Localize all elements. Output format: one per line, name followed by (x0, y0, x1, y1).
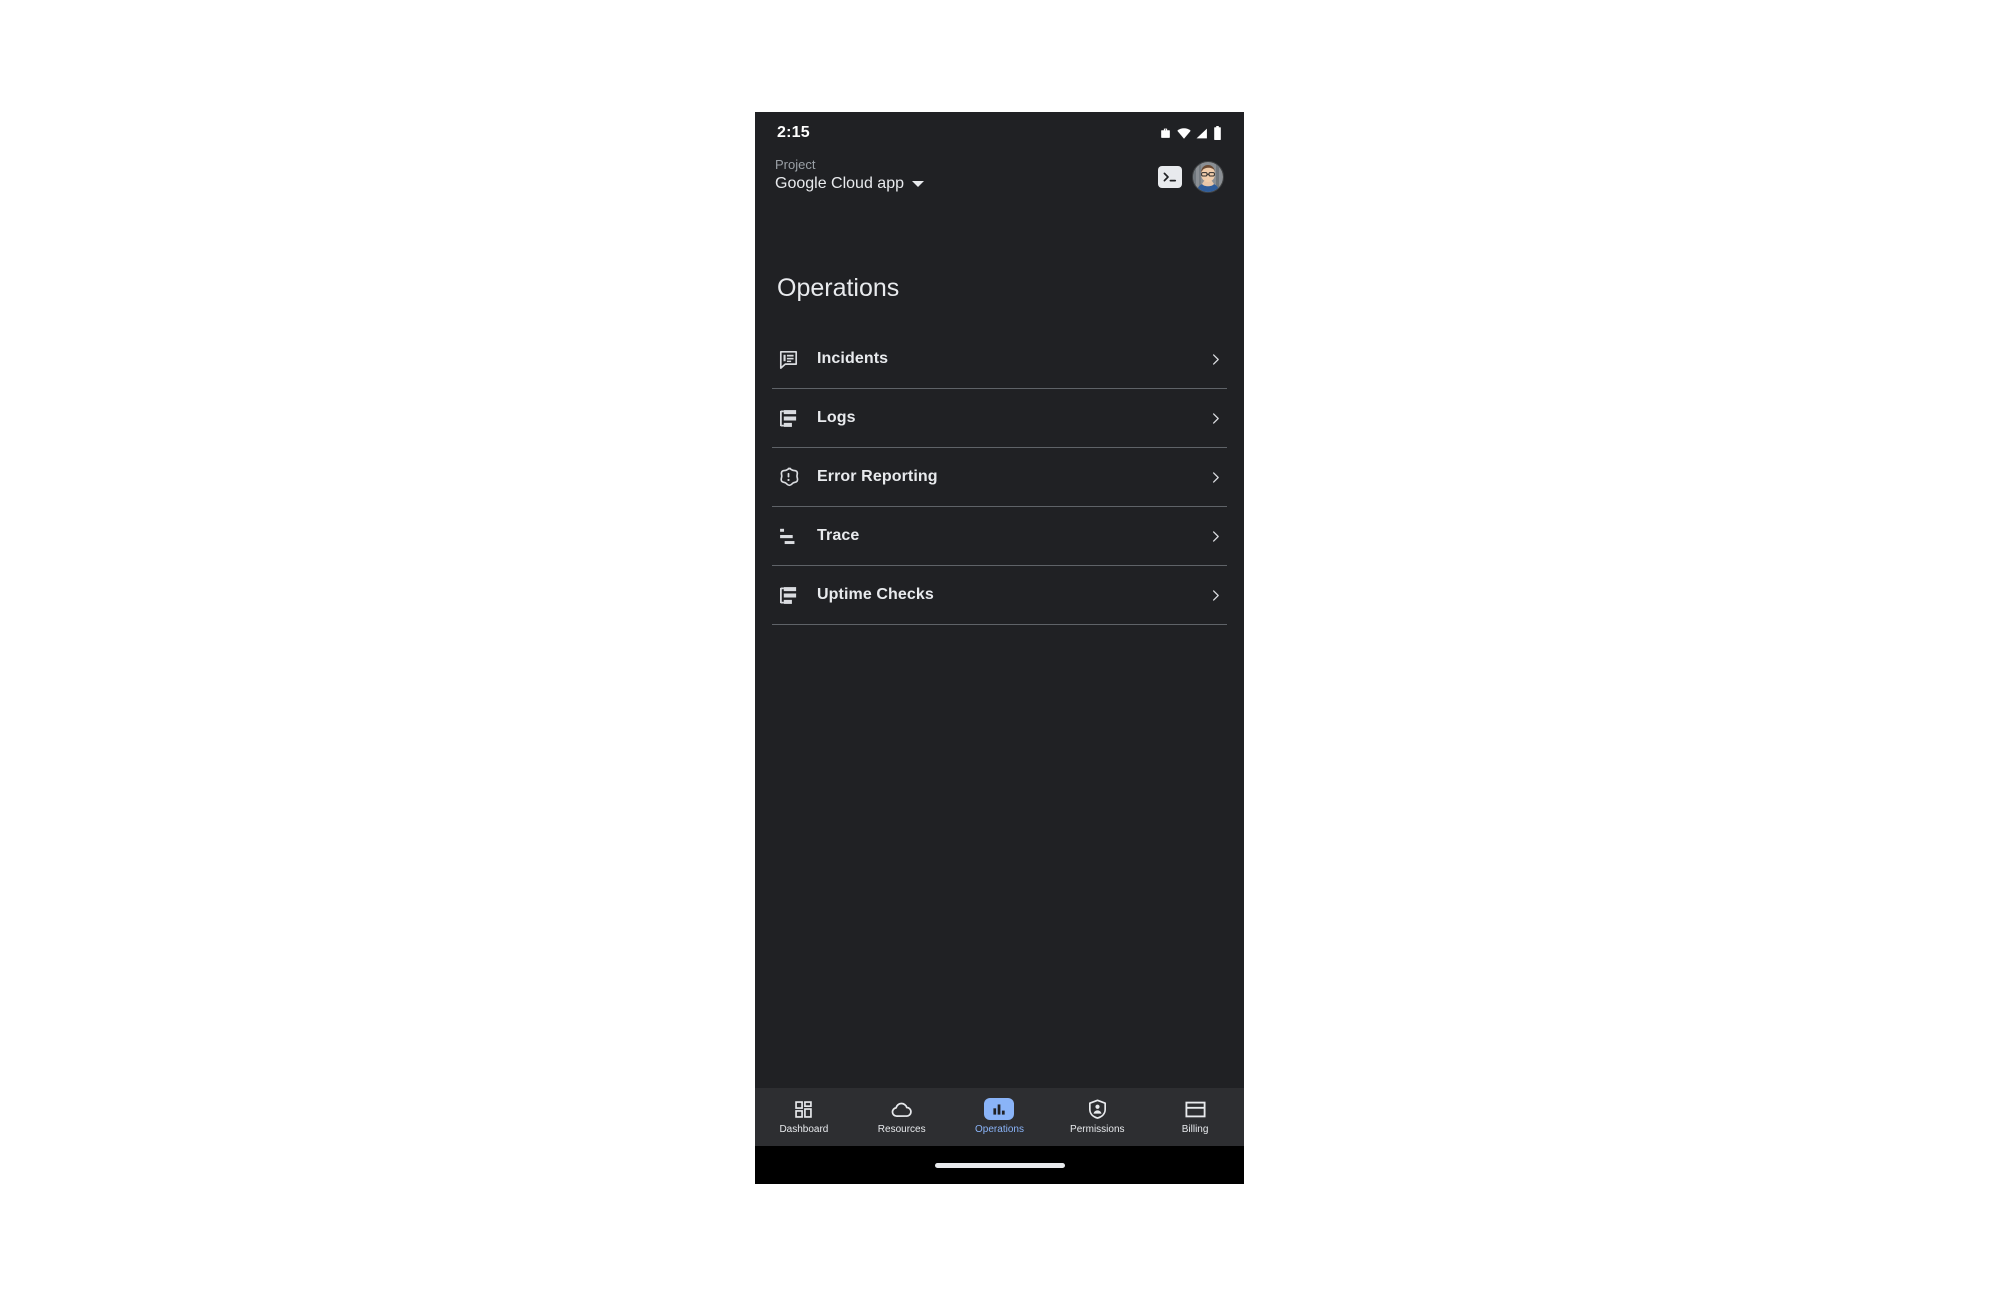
chevron-right-icon (1208, 471, 1222, 484)
nav-label: Billing (1181, 1124, 1209, 1135)
cell-signal-icon (1196, 127, 1208, 140)
nav-item-permissions[interactable]: Permissions (1048, 1098, 1146, 1136)
wifi-icon (1177, 127, 1191, 140)
nav-item-billing[interactable]: Billing (1146, 1098, 1244, 1136)
list-item-trace[interactable]: Trace (755, 507, 1244, 565)
nav-item-resources[interactable]: Resources (853, 1098, 951, 1136)
home-indicator[interactable] (934, 1162, 1065, 1168)
chevron-right-icon (1208, 353, 1222, 366)
project-header: Project Google Cloud app (755, 154, 1244, 206)
list-item-incidents[interactable]: Incidents (755, 330, 1244, 388)
nav-item-dashboard[interactable]: Dashboard (755, 1098, 853, 1136)
bar-chart-icon (984, 1098, 1015, 1120)
operations-list: Incidents Logs Error Reporting Trace Upt… (755, 330, 1244, 625)
list-item-uptime-checks[interactable]: Uptime Checks (755, 566, 1244, 624)
status-icons (1159, 126, 1222, 140)
chevron-right-icon (1208, 412, 1222, 425)
list-item-logs[interactable]: Logs (755, 389, 1244, 447)
chevron-right-icon (1208, 589, 1222, 602)
battery-icon (1213, 126, 1222, 140)
project-name: Google Cloud app (775, 175, 904, 192)
chevron-down-icon (911, 181, 924, 187)
bottom-navigation: Dashboard Resources Operations Permissio… (755, 1088, 1244, 1146)
gesture-navigation-area (755, 1146, 1244, 1184)
list-item-error-reporting[interactable]: Error Reporting (755, 448, 1244, 506)
credit-card-icon (1185, 1098, 1206, 1120)
project-selector[interactable]: Project Google Cloud app (775, 157, 924, 194)
chevron-right-icon (1208, 530, 1222, 543)
nav-label: Permissions (1070, 1124, 1125, 1135)
logs-list-icon (773, 408, 803, 429)
list-item-label: Incidents (817, 350, 889, 367)
nav-label: Operations (975, 1124, 1024, 1135)
header-actions (1158, 157, 1224, 193)
list-item-label: Logs (817, 409, 856, 426)
cloud-shell-button[interactable] (1158, 166, 1182, 188)
list-divider (772, 624, 1227, 625)
nav-label: Dashboard (779, 1124, 829, 1135)
shield-person-icon (1088, 1098, 1107, 1120)
list-item-label: Uptime Checks (817, 586, 934, 603)
work-briefcase-icon (1159, 127, 1172, 140)
project-name-row[interactable]: Google Cloud app (775, 174, 924, 194)
status-bar: 2:15 (755, 112, 1244, 154)
status-time: 2:15 (777, 124, 810, 141)
grid-dashboard-icon (794, 1098, 813, 1120)
nav-item-operations[interactable]: Operations (951, 1098, 1049, 1136)
trace-waterfall-icon (773, 526, 803, 547)
project-label: Project (775, 157, 816, 172)
uptime-list-icon (773, 585, 803, 606)
phone-screen: 2:15 Project Google Cloud app Operations… (755, 112, 1244, 1184)
list-item-label: Error Reporting (817, 468, 938, 485)
avatar[interactable] (1192, 161, 1224, 193)
screenshot-canvas: 2:15 Project Google Cloud app Operations… (0, 0, 2000, 1295)
incidents-comment-icon (773, 349, 803, 370)
list-item-label: Trace (817, 527, 860, 544)
cloud-icon (891, 1098, 912, 1120)
page-title: Operations (777, 274, 900, 302)
error-burst-icon (773, 467, 803, 488)
nav-label: Resources (877, 1124, 926, 1135)
terminal-icon (1162, 170, 1178, 184)
